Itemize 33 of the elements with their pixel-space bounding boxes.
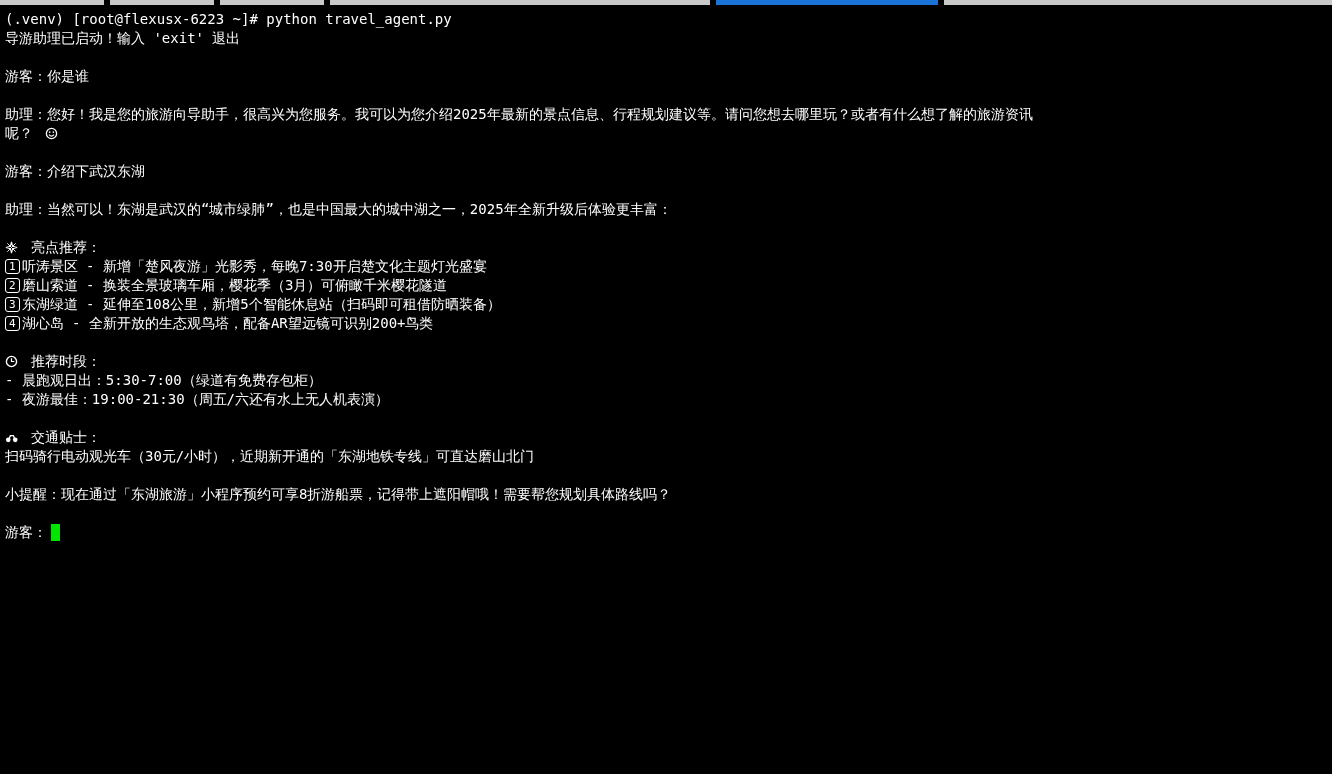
- tab[interactable]: [220, 0, 324, 5]
- tab[interactable]: [330, 0, 710, 5]
- text-cursor: [51, 524, 60, 541]
- smiley-icon: [45, 127, 58, 140]
- sparkle-icon: [5, 241, 18, 254]
- output-line: 扫码骑行电动观光车（30元/小时），近期新开通的「东湖地铁专线」可直达磨山北门: [5, 447, 535, 466]
- prompt-label: 游客：: [5, 523, 47, 542]
- list-item-text: 磨山索道 - 换装全景玻璃车厢，樱花季（3月）可俯瞰千米樱花隧道: [21, 276, 448, 295]
- list-item-text: 东湖绿道 - 延伸至108公里，新增5个智能休息站（扫码即可租借防晒装备）: [21, 295, 501, 314]
- output-line: - 晨跑观日出：5:30-7:00（绿道有免费存包柜）: [5, 371, 322, 390]
- output-line: 助理：您好！我是您的旅游向导助手，很高兴为您服务。我可以为您介绍2025年最新的景点信息、行程规划建议等。请问您想去哪里玩？或者有什么想了解的旅游资讯: [5, 105, 1033, 124]
- output-line: 导游助理已启动！输入 'exit' 退出: [5, 29, 241, 48]
- output-line: 呢？: [5, 124, 33, 143]
- section-heading: 推荐时段：: [31, 352, 101, 371]
- section-heading: 亮点推荐：: [31, 238, 101, 257]
- keycap-badge: 3: [5, 297, 20, 312]
- tab[interactable]: [0, 0, 104, 5]
- keycap-badge: 4: [5, 316, 20, 331]
- clock-icon: [5, 355, 18, 368]
- output-line: 小提醒：现在通过「东湖旅游」小程序预约可享8折游船票，记得带上遮阳帽哦！需要帮您规划具体路线吗？: [5, 485, 672, 504]
- keycap-badge: 1: [5, 259, 20, 274]
- list-item-text: 湖心岛 - 全新开放的生态观鸟塔，配备AR望远镜可识别200+鸟类: [21, 314, 434, 333]
- output-line: (.venv) [root@flexusx-6223 ~]# python travel_agent.py: [5, 10, 452, 29]
- output-line: 助理：当然可以！东湖是武汉的“城市绿肺”，也是中国最大的城中湖之一，2025年全新升级后体验更丰富：: [5, 200, 672, 219]
- list-item-text: 听涛景区 - 新增「楚风夜游」光影秀，每晚7:30开启楚文化主题灯光盛宴: [21, 257, 487, 276]
- output-line: - 夜游最佳：19:00-21:30（周五/六还有水上无人机表演）: [5, 390, 389, 409]
- tab[interactable]: [110, 0, 214, 5]
- keycap-badge: 2: [5, 278, 20, 293]
- tab[interactable]: [944, 0, 1332, 5]
- section-heading: 交通贴士：: [31, 428, 101, 447]
- tab[interactable]: [716, 0, 938, 5]
- output-line: 游客：介绍下武汉东湖: [5, 162, 145, 181]
- output-line: 游客：你是谁: [5, 67, 89, 86]
